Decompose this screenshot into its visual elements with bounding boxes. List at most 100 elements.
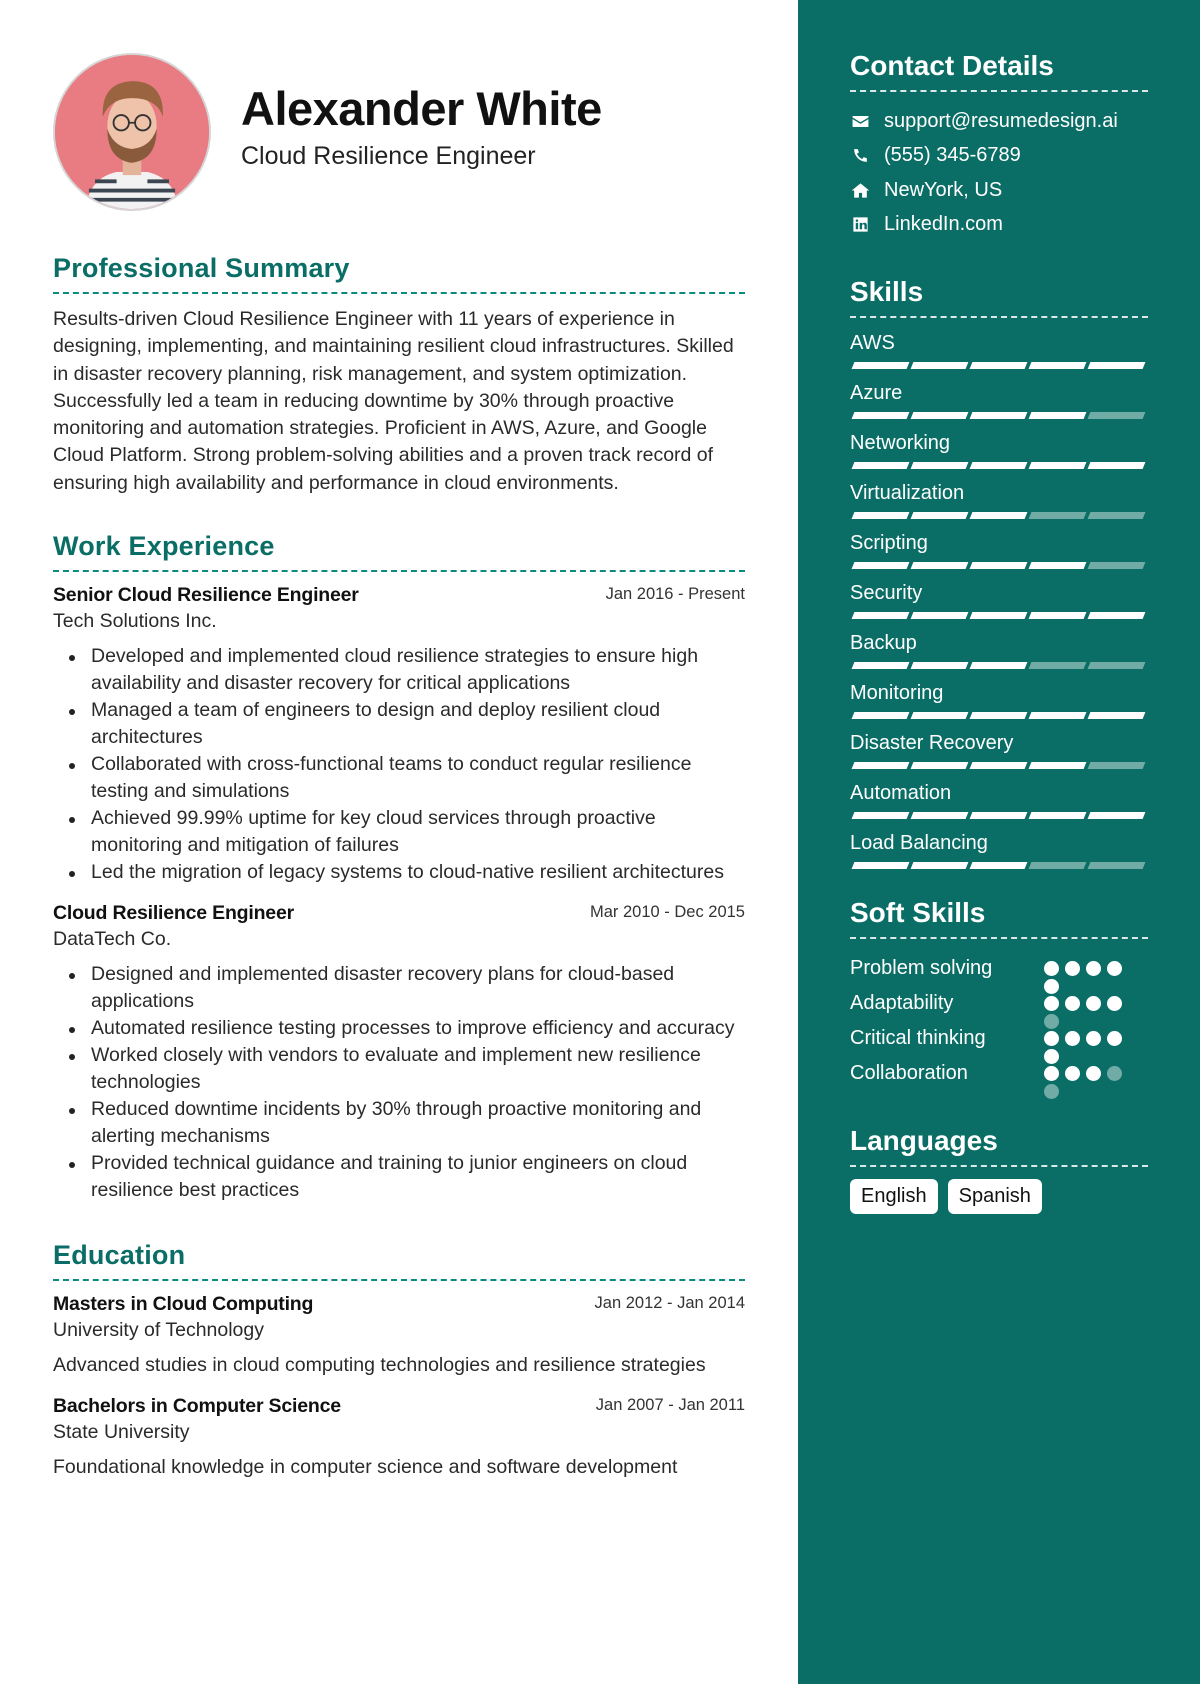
skill-name: Virtualization — [850, 482, 965, 504]
job-dates: Jan 2016 - Present — [605, 585, 745, 604]
contact-item[interactable]: NewYork, US — [850, 173, 1148, 208]
company-name: Tech Solutions Inc. — [53, 610, 217, 633]
skill-segment-filled — [910, 612, 969, 619]
skill-segment-filled — [1028, 412, 1087, 419]
bullet-item: Achieved 99.99% uptime for key cloud ser… — [53, 805, 745, 859]
soft-skill-item: Adaptability — [850, 986, 1148, 1029]
linkedin-icon — [850, 215, 870, 235]
skill-segment-filled — [1087, 462, 1146, 469]
skill-segment-filled — [851, 812, 910, 819]
skill-segment-filled — [910, 562, 969, 569]
skill-name: AWS — [850, 332, 895, 354]
skill-segment-filled — [969, 812, 1028, 819]
skill-segment-filled — [1028, 712, 1087, 719]
soft-skill-rating — [1044, 961, 1122, 976]
soft-skill-rating — [1044, 1066, 1122, 1081]
skill-level-bar — [851, 562, 1148, 569]
skill-level-bar — [851, 412, 1148, 419]
company-name: DataTech Co. — [53, 928, 172, 951]
rating-dot-filled — [1044, 1066, 1059, 1081]
education-entry: Masters in Cloud Computing Jan 2012 - Jan… — [53, 1293, 745, 1379]
language-tag: English — [850, 1179, 938, 1214]
skill-segment-filled — [969, 562, 1028, 569]
soft-skill-rating — [1044, 1031, 1122, 1046]
skill-segment-filled — [969, 712, 1028, 719]
skill-segment-filled — [851, 362, 910, 369]
rating-dot-filled — [1107, 996, 1122, 1011]
skill-segment-filled — [1028, 562, 1087, 569]
section-heading: Education — [53, 1240, 745, 1282]
candidate-title: Cloud Resilience Engineer — [241, 142, 536, 171]
contact-text[interactable]: (555) 345-6789 — [884, 144, 1021, 167]
soft-skill-rating — [1044, 996, 1122, 1011]
school-name: University of Technology — [53, 1319, 264, 1342]
skill-segment-filled — [969, 662, 1028, 669]
skill-item: Azure — [850, 380, 1148, 419]
skill-item: Disaster Recovery — [850, 730, 1148, 769]
rating-dot-filled — [1086, 996, 1101, 1011]
skill-segment-filled — [851, 562, 910, 569]
skill-segment-filled — [969, 612, 1028, 619]
skill-segment-filled — [1028, 812, 1087, 819]
soft-skill-name: Critical thinking — [850, 1027, 986, 1049]
rating-dot-filled — [1065, 961, 1080, 976]
skill-segment-filled — [851, 662, 910, 669]
education-description: Foundational knowledge in computer scien… — [53, 1456, 678, 1479]
skill-level-bar — [851, 762, 1148, 769]
skill-item: Load Balancing — [850, 830, 1148, 869]
soft-skill-name: Adaptability — [850, 992, 954, 1014]
skill-segment-filled — [969, 462, 1028, 469]
summary-section: Professional Summary Results-driven Clou… — [53, 253, 745, 497]
skill-segment-filled — [851, 612, 910, 619]
skill-segment-filled — [1028, 762, 1087, 769]
language-list: English Spanish — [850, 1179, 1148, 1214]
soft-skills-list: Problem solving Adaptability Critical thin… — [850, 951, 1148, 1099]
rating-dot-filled — [1107, 1031, 1122, 1046]
rating-dot-filled — [1044, 961, 1059, 976]
skill-segment-empty — [1087, 412, 1146, 419]
skill-segment-empty — [1028, 862, 1087, 869]
education-header: Masters in Cloud Computing Jan 2012 - Jan… — [53, 1293, 745, 1316]
contact-text[interactable]: LinkedIn.com — [884, 213, 1003, 236]
skill-item: Monitoring — [850, 680, 1148, 719]
skill-segment-filled — [910, 512, 969, 519]
contact-item[interactable]: support@resumedesign.ai — [850, 104, 1148, 139]
skill-segment-empty — [1087, 662, 1146, 669]
skill-segment-filled — [851, 412, 910, 419]
skill-segment-filled — [910, 862, 969, 869]
soft-skills-section: Soft Skills Problem solving Adaptability C… — [850, 897, 1148, 1099]
sidebar-heading: Skills — [850, 276, 1148, 318]
rating-dot-filled — [1086, 961, 1101, 976]
skill-name: Azure — [850, 382, 903, 404]
skill-name: Disaster Recovery — [850, 732, 1014, 754]
contact-item[interactable]: LinkedIn.com — [850, 208, 1148, 243]
skill-level-bar — [851, 712, 1148, 719]
education-list: Masters in Cloud Computing Jan 2012 - Jan… — [53, 1293, 745, 1481]
contact-item[interactable]: (555) 345-6789 — [850, 139, 1148, 174]
sidebar-heading: Languages — [850, 1125, 1148, 1167]
skill-segment-filled — [851, 462, 910, 469]
skill-segment-filled — [969, 862, 1028, 869]
skill-segment-filled — [910, 812, 969, 819]
sidebar-heading: Contact Details — [850, 50, 1148, 92]
envelope-icon — [850, 111, 870, 131]
skill-segment-filled — [1028, 612, 1087, 619]
contact-text[interactable]: NewYork, US — [884, 179, 1002, 202]
rating-dot-filled — [1044, 996, 1059, 1011]
job-header: Senior Cloud Resilience Engineer Jan 2016… — [53, 584, 745, 607]
education-dates: Jan 2012 - Jan 2014 — [594, 1294, 745, 1313]
education-section: Education Masters in Cloud Computing Jan … — [53, 1240, 745, 1481]
education-dates: Jan 2007 - Jan 2011 — [595, 1396, 745, 1415]
skill-segment-filled — [1028, 462, 1087, 469]
languages-section: Languages English Spanish — [850, 1125, 1148, 1214]
education-header: Bachelors in Computer Science Jan 2007 - … — [53, 1395, 745, 1418]
skill-level-bar — [851, 662, 1148, 669]
bullet-item: Developed and implemented cloud resilien… — [53, 643, 745, 697]
soft-skill-item: Critical thinking — [850, 1021, 1148, 1064]
soft-skill-name: Problem solving — [850, 957, 993, 979]
phone-icon — [850, 146, 870, 166]
job-title: Senior Cloud Resilience Engineer — [53, 584, 359, 607]
contact-text[interactable]: support@resumedesign.ai — [884, 110, 1118, 133]
skill-segment-filled — [969, 362, 1028, 369]
contact-section: Contact Details support@resumedesign.ai (… — [850, 50, 1148, 242]
